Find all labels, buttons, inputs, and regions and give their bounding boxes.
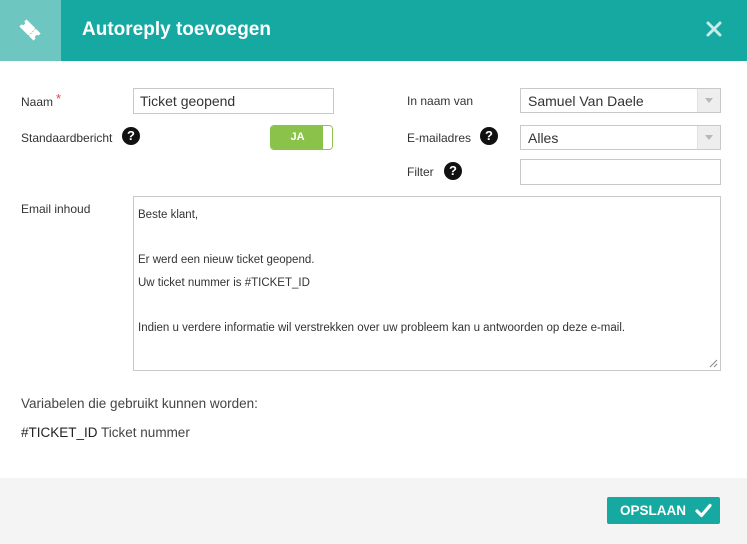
variable-item: #TICKET_ID Ticket nummer xyxy=(21,425,190,440)
name-label: Naam * xyxy=(21,91,62,109)
ticket-icon xyxy=(19,19,41,41)
header-icon-box xyxy=(0,0,61,61)
content-line: Indien u verdere informatie wil verstrek… xyxy=(138,322,626,335)
content-line xyxy=(138,295,716,318)
filter-input[interactable] xyxy=(520,159,721,185)
resize-handle-icon[interactable] xyxy=(709,359,718,368)
default-message-toggle[interactable]: JA xyxy=(270,125,333,150)
default-message-label: Standaardbericht xyxy=(21,131,113,145)
email-content-textarea[interactable]: Beste klant, Er werd een nieuw ticket ge… xyxy=(133,196,721,371)
content-line xyxy=(138,227,716,250)
on-behalf-label: In naam van xyxy=(407,94,474,108)
content-line: Beste klant, xyxy=(138,209,199,221)
content-label: Email inhoud xyxy=(21,202,91,216)
content-line: Er werd een nieuw ticket geopend. xyxy=(138,254,315,267)
save-button[interactable]: OPSLAAN xyxy=(607,497,720,524)
chevron-down-icon[interactable] xyxy=(697,126,720,149)
close-icon[interactable] xyxy=(705,20,723,38)
help-icon-default[interactable]: ? xyxy=(122,127,140,145)
on-behalf-select[interactable]: Samuel Van Daele xyxy=(520,88,721,113)
filter-label: Filter xyxy=(407,165,434,179)
dialog-header: Autoreply toevoegen xyxy=(0,0,747,61)
toggle-knob[interactable] xyxy=(322,126,332,149)
variable-desc: Ticket nummer xyxy=(101,425,190,440)
variable-key: #TICKET_ID xyxy=(21,425,98,440)
dialog-title: Autoreply toevoegen xyxy=(82,19,271,40)
chevron-down-icon[interactable] xyxy=(697,89,720,112)
on-behalf-value: Samuel Van Daele xyxy=(528,93,644,109)
help-icon-filter[interactable]: ? xyxy=(444,162,462,180)
save-button-label: OPSLAAN xyxy=(620,503,687,518)
help-icon-email[interactable]: ? xyxy=(480,127,498,145)
email-select[interactable]: Alles xyxy=(520,125,721,150)
content-line: Uw ticket nummer is #TICKET_ID xyxy=(138,277,310,290)
required-mark: * xyxy=(56,91,62,106)
toggle-on-label: JA xyxy=(271,126,324,149)
name-input[interactable] xyxy=(133,88,334,114)
check-icon xyxy=(695,503,712,518)
name-label-text: Naam xyxy=(21,95,54,109)
email-label: E-mailadres xyxy=(407,131,472,145)
email-value: Alles xyxy=(528,130,559,146)
variables-label: Variabelen die gebruikt kunnen worden: xyxy=(21,396,258,411)
